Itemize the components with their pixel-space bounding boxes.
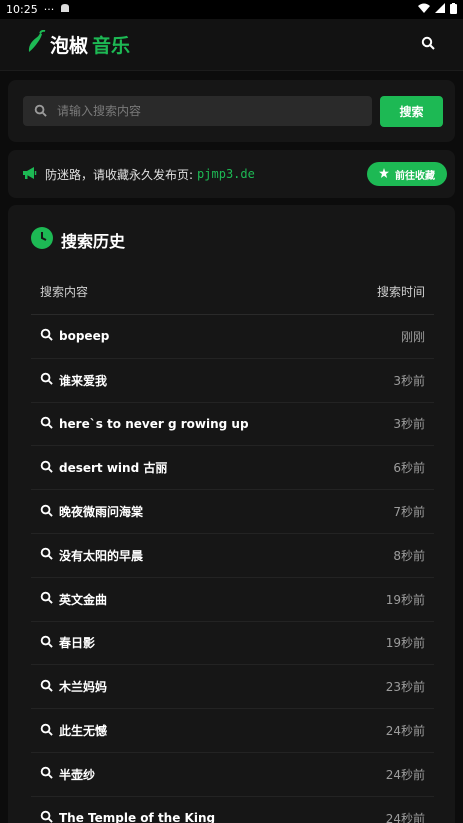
history-query-text: here`s to never g rowing up xyxy=(59,416,249,431)
notice-text: 防迷路，请收藏永久发布页: xyxy=(45,167,194,182)
history-row[interactable]: 此生无憾 24秒前 xyxy=(31,709,434,753)
history-row[interactable]: 木兰妈妈 23秒前 xyxy=(31,665,434,710)
notice-domain-link[interactable]: pjmp3.de xyxy=(197,167,255,181)
history-time: 7秒前 xyxy=(393,505,425,520)
history-query: 晚夜微雨问海棠 xyxy=(40,503,143,520)
history-query-text: 春日影 xyxy=(59,636,96,651)
column-header-query: 搜索内容 xyxy=(40,285,89,299)
search-button[interactable]: 搜索 xyxy=(380,95,443,127)
status-bar: 10:25 ··· xyxy=(0,0,463,19)
battery-icon xyxy=(450,2,457,17)
history-row[interactable]: 没有太阳的早晨 8秒前 xyxy=(31,534,434,578)
history-query: 此生无憾 xyxy=(40,722,107,739)
history-time: 19秒前 xyxy=(385,636,425,651)
history-query: The Temple of the King xyxy=(40,810,215,823)
history-row[interactable]: 英文金曲 19秒前 xyxy=(31,578,434,622)
history-row[interactable]: here`s to never g rowing up 3秒前 xyxy=(31,403,434,447)
history-time: 24秒前 xyxy=(385,724,425,739)
history-query-text: The Temple of the King xyxy=(59,811,216,823)
history-time: 19秒前 xyxy=(385,592,425,607)
search-icon xyxy=(40,810,53,823)
search-icon xyxy=(40,504,53,520)
history-query-text: 没有太阳的早晨 xyxy=(59,548,144,563)
signal-icon xyxy=(435,3,445,16)
history-query-text: 此生无憾 xyxy=(59,724,108,739)
header-search-button[interactable] xyxy=(413,30,443,60)
history-time: 6秒前 xyxy=(393,461,425,476)
search-icon xyxy=(40,679,53,695)
history-time: 刚刚 xyxy=(400,329,425,344)
history-query-text: 谁来爱我 xyxy=(59,373,108,388)
history-query: 没有太阳的早晨 xyxy=(40,547,143,564)
history-query-text: 英文金曲 xyxy=(59,592,108,607)
search-input[interactable] xyxy=(57,104,372,118)
search-icon xyxy=(40,766,53,782)
history-time: 3秒前 xyxy=(393,373,425,388)
history-row[interactable]: bopeep 刚刚 xyxy=(31,315,434,359)
logo-text-part2: 音乐 xyxy=(92,35,131,57)
history-query-text: 木兰妈妈 xyxy=(59,680,108,695)
history-query: 春日影 xyxy=(40,634,95,651)
history-row[interactable]: 谁来爱我 3秒前 xyxy=(31,359,434,403)
history-panel: 搜索历史 搜索内容 搜索时间 bopeep 刚刚 谁来爱我 3秒前 here`s to … xyxy=(8,205,455,823)
history-query: 半壶纱 xyxy=(40,766,95,783)
clock-icon xyxy=(31,227,53,253)
app-header: 泡椒 音乐 xyxy=(0,19,463,71)
bookmark-button-label: 前往收藏 xyxy=(395,170,435,182)
history-title: 搜索历史 xyxy=(61,232,126,251)
status-dots: ··· xyxy=(43,3,55,16)
history-heading: 搜索历史 xyxy=(31,227,434,253)
status-time: 10:25 xyxy=(6,3,38,16)
history-query: desert wind 古丽 xyxy=(40,459,167,476)
column-header-time: 搜索时间 xyxy=(376,285,425,299)
megaphone-icon xyxy=(22,165,37,184)
history-row[interactable]: 晚夜微雨问海棠 7秒前 xyxy=(31,490,434,534)
history-query-text: 晚夜微雨问海棠 xyxy=(59,505,144,520)
history-query-text: desert wind 古丽 xyxy=(59,461,168,476)
app-logo[interactable]: 泡椒 音乐 xyxy=(26,29,131,59)
search-panel: 搜索 xyxy=(8,80,455,142)
history-row[interactable]: 半壶纱 24秒前 xyxy=(31,753,434,797)
history-query: 谁来爱我 xyxy=(40,372,107,389)
history-table-header: 搜索内容 搜索时间 xyxy=(31,269,434,315)
history-time: 23秒前 xyxy=(385,680,425,695)
star-icon xyxy=(379,167,389,181)
logo-text-part1: 泡椒 xyxy=(50,35,89,57)
history-query-text: 半壶纱 xyxy=(59,767,96,782)
search-icon xyxy=(40,723,53,739)
search-icon xyxy=(40,372,53,388)
history-time: 8秒前 xyxy=(393,548,425,563)
history-query-text: bopeep xyxy=(59,329,110,344)
search-icon xyxy=(40,328,53,344)
history-query: here`s to never g rowing up xyxy=(40,416,249,432)
search-icon xyxy=(40,591,53,607)
history-row[interactable]: desert wind 古丽 6秒前 xyxy=(31,446,434,491)
history-list: bopeep 刚刚 谁来爱我 3秒前 here`s to never g rowing … xyxy=(31,315,434,823)
wifi-icon xyxy=(418,3,430,16)
history-time: 24秒前 xyxy=(385,767,425,782)
history-query: 木兰妈妈 xyxy=(40,678,107,695)
notice-bar: 防迷路，请收藏永久发布页: pjmp3.de 前往收藏 xyxy=(8,150,455,198)
history-time: 24秒前 xyxy=(385,811,425,823)
search-icon xyxy=(34,102,47,121)
history-query: 英文金曲 xyxy=(40,591,107,608)
chili-icon xyxy=(26,29,46,59)
search-icon xyxy=(40,635,53,651)
history-time: 3秒前 xyxy=(393,417,425,432)
history-query: bopeep xyxy=(40,328,109,344)
search-icon xyxy=(40,460,53,476)
android-icon xyxy=(60,3,70,16)
history-row[interactable]: 春日影 19秒前 xyxy=(31,622,434,666)
bookmark-button[interactable]: 前往收藏 xyxy=(367,162,447,186)
search-icon xyxy=(40,416,53,432)
search-icon xyxy=(421,35,435,54)
search-icon xyxy=(40,547,53,563)
history-row[interactable]: The Temple of the King 24秒前 xyxy=(31,797,434,823)
search-box xyxy=(23,96,372,126)
